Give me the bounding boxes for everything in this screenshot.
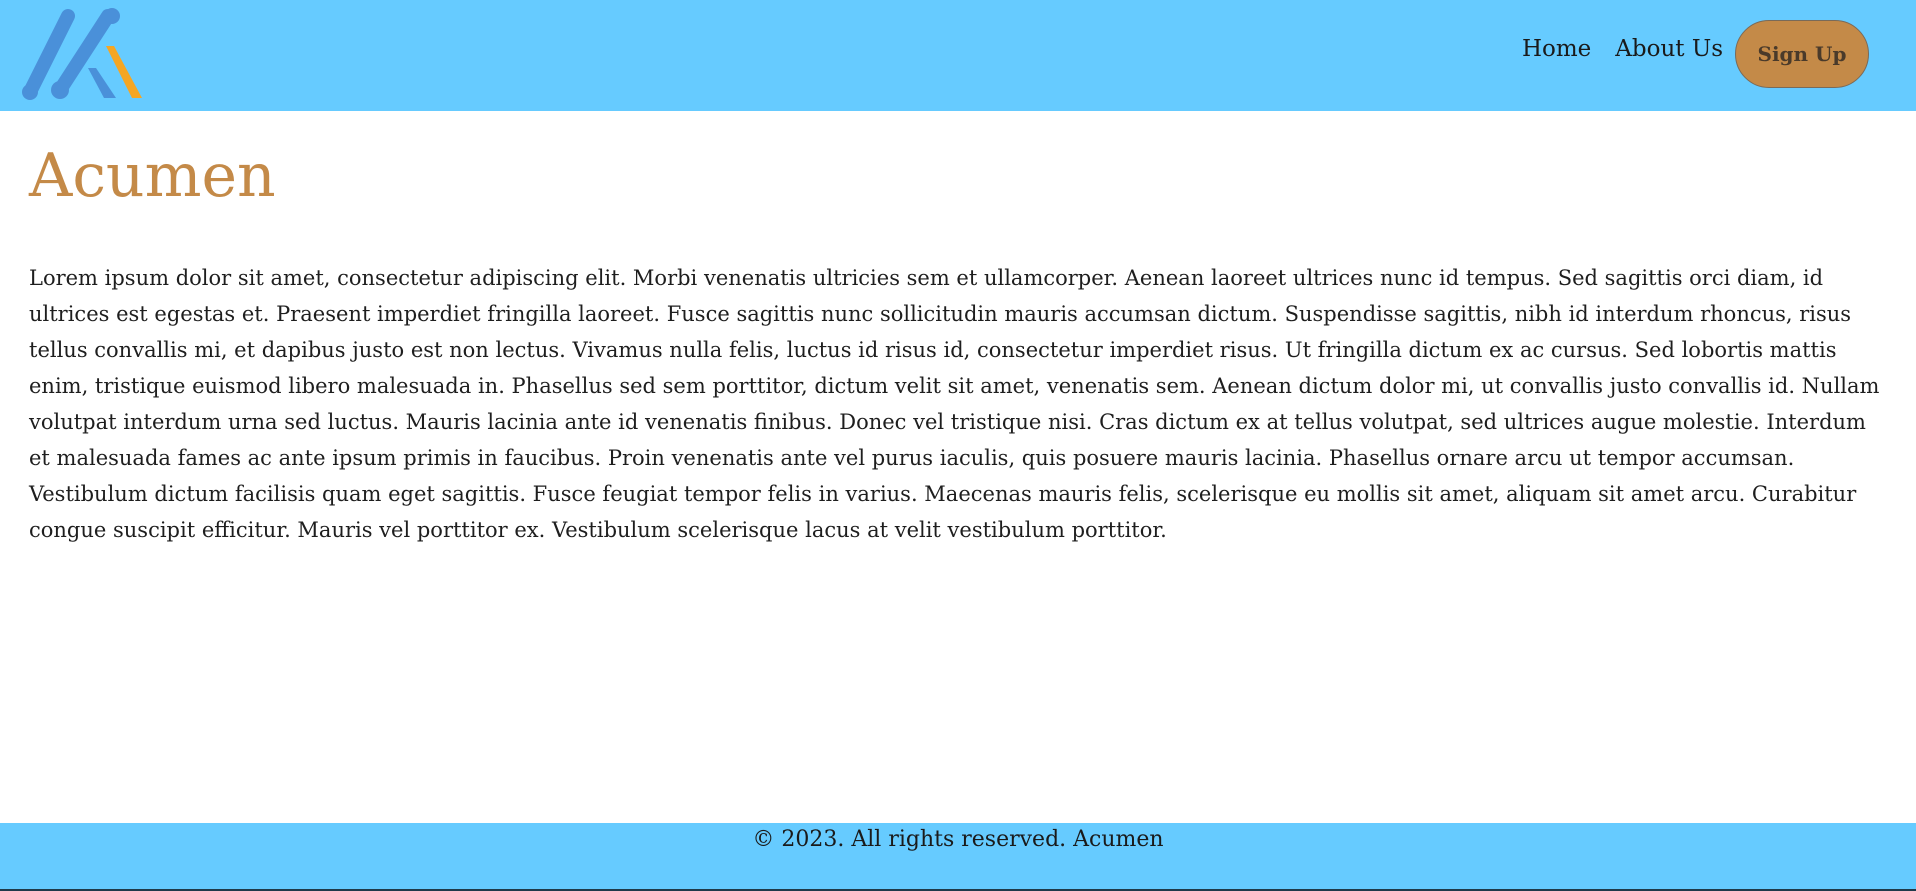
nav-home-link[interactable]: Home bbox=[1522, 37, 1591, 61]
body-paragraph: Lorem ipsum dolor sit amet, consectetur … bbox=[29, 266, 1880, 542]
main-nav: Home About Us Sign Up bbox=[1522, 18, 1869, 90]
copyright-text: © 2023. All rights reserved. Acumen bbox=[752, 827, 1164, 852]
main-content: Acumen Lorem ipsum dolor sit amet, conse… bbox=[29, 140, 1889, 548]
sign-up-button[interactable]: Sign Up bbox=[1735, 20, 1869, 88]
acumen-logo-icon[interactable] bbox=[20, 8, 144, 102]
page-title: Acumen bbox=[29, 141, 276, 211]
site-footer: © 2023. All rights reserved. Acumen bbox=[0, 823, 1916, 891]
page: Home About Us Sign Up Acumen Lorem ipsum… bbox=[0, 0, 1916, 891]
nav-about-link[interactable]: About Us bbox=[1615, 37, 1723, 61]
site-header: Home About Us Sign Up bbox=[0, 0, 1916, 111]
